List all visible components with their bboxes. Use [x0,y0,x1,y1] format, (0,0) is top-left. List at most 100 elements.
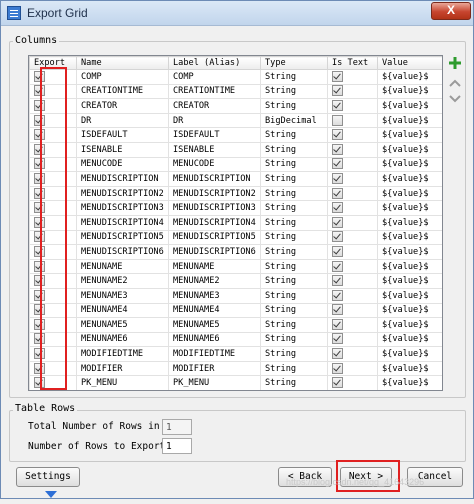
label-cell[interactable]: MENUNAME [169,259,261,274]
type-cell[interactable]: String [261,318,328,333]
name-cell[interactable]: MENUDISCRIPTION4 [77,215,169,230]
name-cell[interactable]: MENUDISCRIPTION6 [77,245,169,260]
name-cell[interactable]: MENUNAME2 [77,274,169,289]
table-row[interactable]: MODIFIERMODIFIERString${value}$ [30,361,443,376]
table-row[interactable]: MODIFIEDTIMEMODIFIEDTIMEString${value}$ [30,347,443,362]
value-cell[interactable]: ${value}$ [378,288,443,303]
table-row[interactable]: DRDRBigDecimal${value}$ [30,113,443,128]
value-cell[interactable]: ${value}$ [378,70,443,85]
name-cell[interactable]: PK_MENU [77,376,169,391]
table-row[interactable]: MENUNAME6MENUNAME6String${value}$ [30,332,443,347]
type-cell[interactable]: String [261,245,328,260]
value-cell[interactable]: ${value}$ [378,201,443,216]
name-cell[interactable]: MENUNAME5 [77,318,169,333]
label-cell[interactable]: CREATIONTIME [169,84,261,99]
label-cell[interactable]: ISDEFAULT [169,128,261,143]
label-cell[interactable]: MODIFIEDTIME [169,347,261,362]
label-cell[interactable]: MENUDISCRIPTION6 [169,245,261,260]
type-cell[interactable]: String [261,201,328,216]
name-cell[interactable]: MENUCODE [77,157,169,172]
table-row[interactable]: ISENABLEISENABLEString${value}$ [30,142,443,157]
name-cell[interactable]: MENUNAME6 [77,332,169,347]
value-cell[interactable]: ${value}$ [378,172,443,187]
type-cell[interactable]: String [261,303,328,318]
type-cell[interactable]: String [261,70,328,85]
close-button[interactable]: X [431,2,471,20]
table-row[interactable]: MENUNAMEMENUNAMEString${value}$ [30,259,443,274]
name-cell[interactable]: ISDEFAULT [77,128,169,143]
type-cell[interactable]: String [261,186,328,201]
type-cell[interactable]: String [261,215,328,230]
is-text-checkbox[interactable] [332,173,343,184]
label-cell[interactable]: PK_MENU [169,376,261,391]
name-cell[interactable]: CREATOR [77,99,169,114]
is-text-checkbox[interactable] [332,246,343,257]
value-cell[interactable]: ${value}$ [378,113,443,128]
value-cell[interactable]: ${value}$ [378,318,443,333]
table-row[interactable]: MENUNAME4MENUNAME4String${value}$ [30,303,443,318]
label-cell[interactable]: MENUDISCRIPTION5 [169,230,261,245]
table-row[interactable]: COMPCOMPString${value}$ [30,70,443,85]
type-cell[interactable]: String [261,142,328,157]
value-cell[interactable]: ${value}$ [378,332,443,347]
value-cell[interactable]: ${value}$ [378,99,443,114]
header-is-text[interactable]: Is Text [328,57,378,70]
name-cell[interactable]: MODIFIEDTIME [77,347,169,362]
type-cell[interactable]: String [261,347,328,362]
table-row[interactable]: ISDEFAULTISDEFAULTString${value}$ [30,128,443,143]
type-cell[interactable]: String [261,230,328,245]
table-row[interactable]: MENUDISCRIPTION5MENUDISCRIPTION5String${… [30,230,443,245]
header-label[interactable]: Label (Alias) [169,57,261,70]
name-cell[interactable]: COMP [77,70,169,85]
is-text-checkbox[interactable] [332,217,343,228]
name-cell[interactable]: MENUDISCRIPTION3 [77,201,169,216]
label-cell[interactable]: MENUNAME4 [169,303,261,318]
value-cell[interactable]: ${value}$ [378,376,443,391]
name-cell[interactable]: MENUDISCRIPTION5 [77,230,169,245]
table-row[interactable]: PK_MENUPK_MENUString${value}$ [30,376,443,391]
value-cell[interactable]: ${value}$ [378,303,443,318]
is-text-checkbox[interactable] [332,71,343,82]
header-type[interactable]: Type [261,57,328,70]
value-cell[interactable]: ${value}$ [378,259,443,274]
label-cell[interactable]: ISENABLE [169,142,261,157]
name-cell[interactable]: DR [77,113,169,128]
type-cell[interactable]: String [261,332,328,347]
chevron-up-icon[interactable] [448,77,462,91]
type-cell[interactable]: String [261,99,328,114]
value-cell[interactable]: ${value}$ [378,215,443,230]
table-row[interactable]: MENUNAME5MENUNAME5String${value}$ [30,318,443,333]
label-cell[interactable]: MENUNAME2 [169,274,261,289]
is-text-checkbox[interactable] [332,290,343,301]
type-cell[interactable]: String [261,274,328,289]
name-cell[interactable]: MODIFIER [77,361,169,376]
type-cell[interactable]: String [261,361,328,376]
value-cell[interactable]: ${value}$ [378,142,443,157]
table-row[interactable]: MENUDISCRIPTION3MENUDISCRIPTION3String${… [30,201,443,216]
name-cell[interactable]: MENUNAME4 [77,303,169,318]
label-cell[interactable]: MENUNAME6 [169,332,261,347]
header-value[interactable]: Value [378,57,443,70]
value-cell[interactable]: ${value}$ [378,245,443,260]
label-cell[interactable]: MENUDISCRIPTION2 [169,186,261,201]
value-cell[interactable]: ${value}$ [378,186,443,201]
is-text-checkbox[interactable] [332,202,343,213]
table-row[interactable]: MENUCODEMENUCODEString${value}$ [30,157,443,172]
is-text-checkbox[interactable] [332,129,343,140]
is-text-checkbox[interactable] [332,319,343,330]
is-text-checkbox[interactable] [332,188,343,199]
value-cell[interactable]: ${value}$ [378,128,443,143]
is-text-checkbox[interactable] [332,348,343,359]
name-cell[interactable]: MENUDISCRIPTION [77,172,169,187]
type-cell[interactable]: String [261,376,328,391]
value-cell[interactable]: ${value}$ [378,230,443,245]
chevron-down-icon[interactable] [448,93,462,107]
label-cell[interactable]: COMP [169,70,261,85]
value-cell[interactable]: ${value}$ [378,84,443,99]
table-row[interactable]: MENUDISCRIPTION6MENUDISCRIPTION6String${… [30,245,443,260]
label-cell[interactable]: MENUDISCRIPTION4 [169,215,261,230]
label-cell[interactable]: DR [169,113,261,128]
name-cell[interactable]: CREATIONTIME [77,84,169,99]
is-text-checkbox[interactable] [332,85,343,96]
rows-to-export-field[interactable]: 1 [162,438,192,454]
